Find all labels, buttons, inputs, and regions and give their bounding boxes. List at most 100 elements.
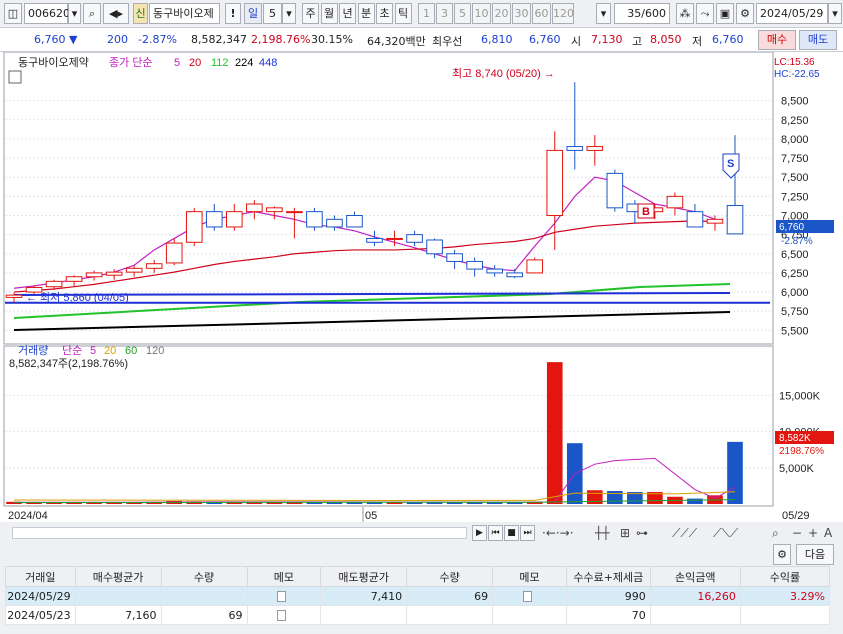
table-cell: 16,260 <box>649 586 741 606</box>
candle-body <box>306 211 323 228</box>
candle-body <box>65 276 83 282</box>
current-price-pct: -2.87% <box>781 236 813 247</box>
table-cell: 2024/05/29 <box>5 586 76 606</box>
font-size-icon[interactable]: A <box>824 525 832 541</box>
chart-area[interactable]: 5,500 5,750 6,000 6,250 6,500 6,750 7,000 7,250… <box>0 51 843 522</box>
gear-icon[interactable]: ⚙ <box>736 3 754 24</box>
price-tick-label: 7,250 <box>781 191 809 203</box>
candle-body <box>706 218 724 224</box>
save-icon[interactable]: ▣ <box>716 3 734 24</box>
chart-settings-icon[interactable]: ⁂ <box>676 3 694 24</box>
zoom-search-icon[interactable]: ⌕ <box>772 525 779 541</box>
column-header[interactable]: 수수료+제세금 <box>565 566 651 587</box>
column-header[interactable]: 메모 <box>246 566 322 587</box>
table-row[interactable]: 2024/05/23 7,160 69 70 <box>5 605 831 625</box>
zoom-in-icon[interactable]: + <box>808 525 818 541</box>
drawing-tools-icon[interactable]: ⊶ <box>636 525 648 541</box>
current-price: 6,760 ▼ <box>34 33 78 46</box>
period-button-5[interactable]: 틱 <box>394 3 412 24</box>
memo-icon[interactable] <box>523 591 532 602</box>
indicator-icon[interactable]: ⊞ <box>620 525 630 541</box>
scroll-start-icon[interactable]: ⏮ <box>488 525 503 541</box>
candle-body <box>45 280 63 288</box>
next-button[interactable]: 다음 <box>796 544 834 565</box>
price-change-pct: -2.87% <box>138 33 177 46</box>
quick-dropdown-icon[interactable]: ▾ <box>596 3 611 24</box>
x-axis-right-label: 05/29 <box>782 510 810 522</box>
period-dropdown-icon[interactable]: ▾ <box>282 3 296 24</box>
high-price: 8,050 <box>650 33 682 46</box>
period-button-0[interactable]: 주 <box>302 3 319 24</box>
quick-count-button-30[interactable]: 30 <box>512 3 531 24</box>
quick-count-button-60[interactable]: 60 <box>532 3 551 24</box>
candle-body <box>506 272 524 278</box>
table-cell <box>492 605 567 625</box>
memo-icon[interactable] <box>277 610 287 621</box>
period-day-button[interactable]: 일 <box>244 3 262 24</box>
quote-bar: 6,760 ▼ 200 -2.87% 8,582,347 2,198.76% 3… <box>0 28 843 52</box>
table-cell: 990 <box>565 586 651 606</box>
period-button-2[interactable]: 년 <box>339 3 356 24</box>
price-tick-label: 5,500 <box>781 325 809 337</box>
candle-body <box>426 239 443 255</box>
sell-button[interactable]: 매도 <box>799 30 837 50</box>
calendar-dropdown-icon[interactable]: ▾ <box>828 3 842 24</box>
draw-line-icon[interactable]: ⤳ <box>696 3 714 24</box>
chart-nav-strip: ▶ ⏮ ■ ⏭ ·←·→· ┼┼ ⊞ ⊶ ⟋⟋⟋ ⟋⟍⟋ ⌕ − + A <box>0 522 843 544</box>
column-header[interactable]: 메모 <box>492 566 567 587</box>
search-icon[interactable]: ⌕ <box>83 3 101 24</box>
column-header[interactable]: 수익률 <box>739 566 831 587</box>
chart-svg[interactable]: 5,5005,7506,0006,2506,5006,7507,0007,250… <box>0 51 843 522</box>
stop-icon[interactable]: ■ <box>504 525 519 541</box>
period-button-3[interactable]: 분 <box>357 3 375 24</box>
quick-count-button-20[interactable]: 20 <box>492 3 511 24</box>
panel-icon[interactable]: ◫ <box>4 3 22 24</box>
line-tools-icon[interactable]: ⟋⟍⟋ <box>713 525 738 541</box>
column-header[interactable]: 수량 <box>160 566 248 587</box>
candle-body <box>566 146 584 151</box>
period-button-1[interactable]: 월 <box>320 3 338 24</box>
table-row[interactable]: 2024/05/29 7,410 69 990 16,260 3.29% <box>5 586 831 606</box>
period-value[interactable]: 5 <box>263 3 282 24</box>
high-annotation: 최고 8,740 (05/20) → <box>452 67 555 80</box>
volume-tick-label: 5,000K <box>779 463 815 475</box>
trend-line-icon[interactable]: ⟋⟋⟋ <box>672 525 697 541</box>
scroll-end-icon[interactable]: ⏭ <box>520 525 535 541</box>
quick-count-button-10[interactable]: 10 <box>472 3 491 24</box>
speaker-icon[interactable]: ◀▸ <box>103 3 129 24</box>
candle-body <box>526 259 544 274</box>
column-header[interactable]: 수량 <box>406 566 494 587</box>
table-cell: 69 <box>406 586 494 606</box>
quick-count-button-5[interactable]: 5 <box>454 3 471 24</box>
alert-button[interactable]: ! <box>225 3 241 24</box>
bar-count-display[interactable]: 35/600 <box>614 3 670 24</box>
column-header[interactable]: 매수평균가 <box>74 566 162 587</box>
volume-bar <box>687 498 703 504</box>
low-label: 저 <box>692 35 703 48</box>
zoom-slider-icon[interactable]: ·←·→· <box>542 525 574 541</box>
memo-icon[interactable] <box>277 591 287 602</box>
period-button-4[interactable]: 초 <box>376 3 393 24</box>
column-header[interactable]: 손익금액 <box>649 566 741 587</box>
buy-button[interactable]: 매수 <box>758 30 796 50</box>
column-header[interactable]: 매도평균가 <box>320 566 408 587</box>
column-header[interactable]: 거래일 <box>5 566 76 587</box>
scroll-next-icon[interactable]: ▶ <box>472 525 487 541</box>
quick-count-button-120[interactable]: 120 <box>552 3 574 24</box>
quick-count-button-3[interactable]: 3 <box>436 3 453 24</box>
candle-body <box>486 268 503 274</box>
candle-body <box>686 211 704 228</box>
stock-code-input[interactable]: 006620 <box>24 3 70 24</box>
stock-name-field: 동구바이오제 <box>149 3 220 24</box>
zoom-out-icon[interactable]: − <box>792 525 802 541</box>
grid-toggle-icon[interactable] <box>8 70 22 84</box>
price-tick-label: 8,250 <box>781 115 809 127</box>
crosshair-icon[interactable]: ┼┼ <box>595 525 609 541</box>
quick-count-button-1[interactable]: 1 <box>418 3 435 24</box>
code-dropdown-icon[interactable]: ▾ <box>68 3 81 24</box>
horizontal-scrollbar[interactable] <box>12 527 467 539</box>
candle-body <box>5 294 23 298</box>
date-input[interactable]: 2024/05/29 <box>756 3 828 24</box>
best-quote-label: 최우선 <box>432 35 463 48</box>
settings-gear-icon[interactable]: ⚙ <box>773 544 791 565</box>
